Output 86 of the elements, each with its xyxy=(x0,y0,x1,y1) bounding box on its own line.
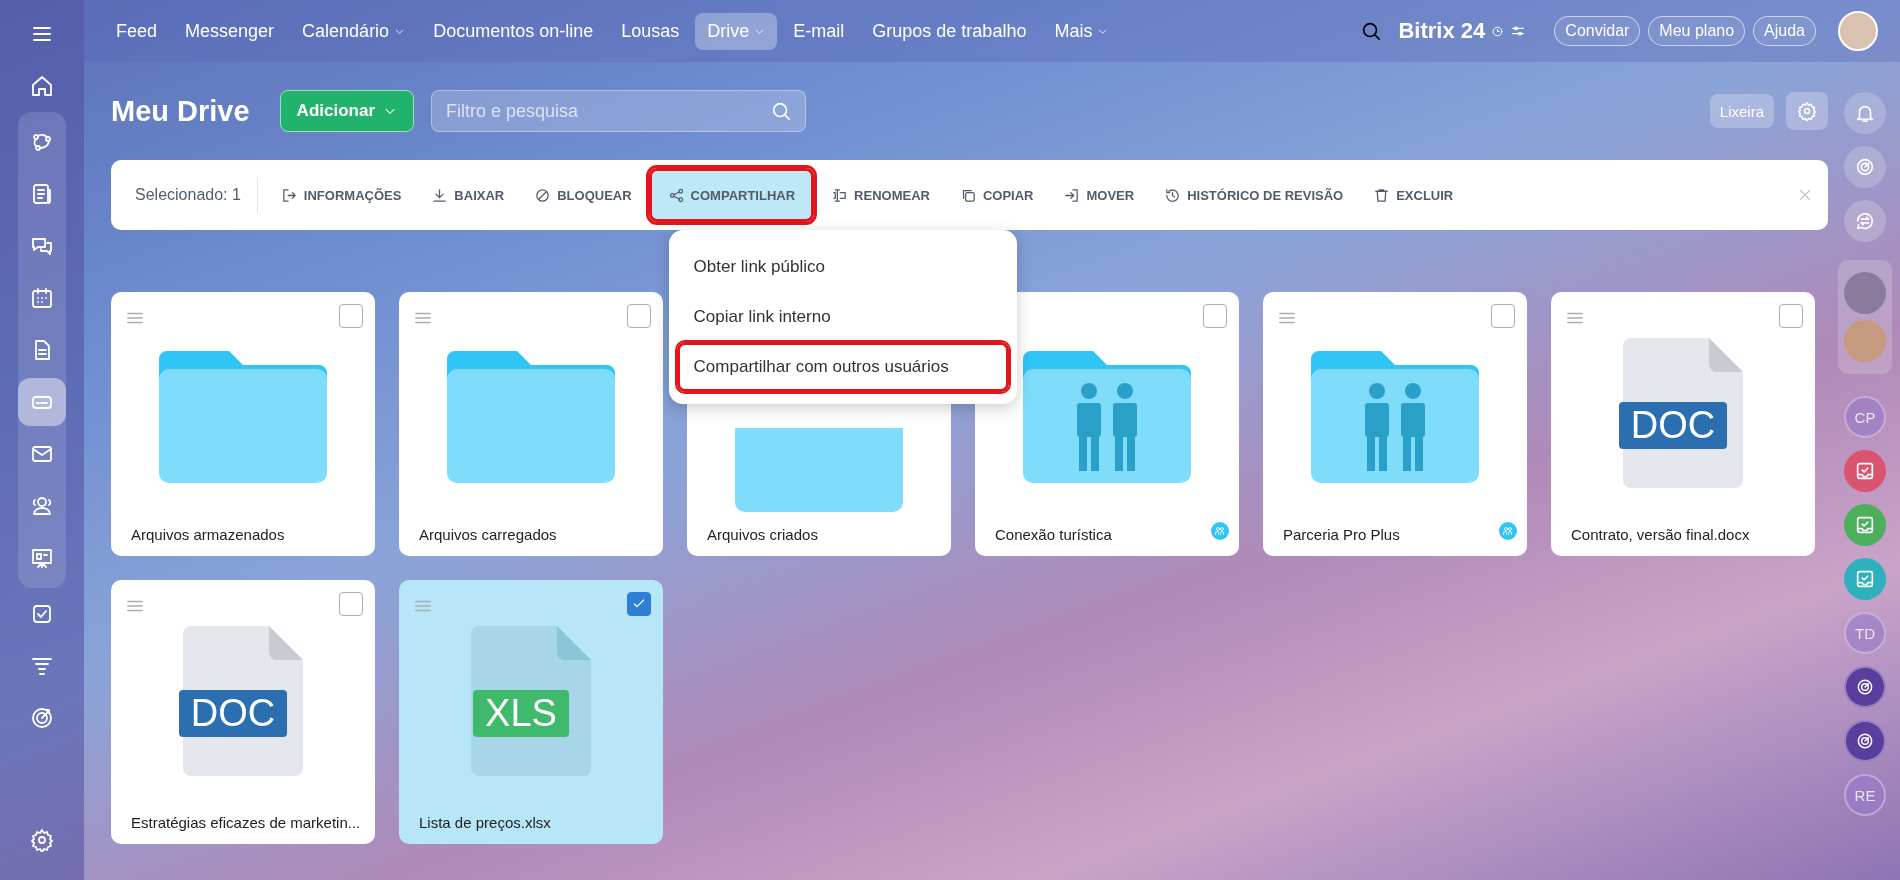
people-icon xyxy=(30,494,54,518)
nav-tab[interactable]: Mais xyxy=(1042,12,1121,50)
file-checkbox[interactable] xyxy=(627,304,651,328)
spiral-icon xyxy=(1855,677,1875,697)
file-name: Conexão turística xyxy=(995,524,1112,545)
move-icon xyxy=(1063,186,1081,204)
file-checkbox[interactable] xyxy=(1203,304,1227,328)
history-icon xyxy=(1164,186,1182,204)
inbox-check-app[interactable] xyxy=(1844,558,1886,600)
menu-item[interactable]: Compartilhar com outros usuários xyxy=(676,342,1009,392)
settings-button[interactable] xyxy=(1786,92,1828,130)
file-name: Arquivos carregados xyxy=(419,524,557,545)
file-name: Lista de preços.xlsx xyxy=(419,812,551,833)
file-card[interactable]: Arquivos carregados xyxy=(399,292,663,556)
file-name: Arquivos armazenados xyxy=(131,524,285,545)
selection-count: Selecionado: 1 xyxy=(135,177,258,213)
file-type-label: DOC xyxy=(1618,401,1728,449)
nav-tab[interactable]: Documentos on-line xyxy=(421,12,606,50)
block-icon xyxy=(534,186,552,204)
file-card[interactable]: DOC Estratégias eficazes de marketin... xyxy=(111,580,375,844)
toolbar-action[interactable]: INFORMAÇÕES xyxy=(267,173,415,217)
folder-icon xyxy=(735,428,903,512)
search-icon xyxy=(1360,20,1383,42)
toolbar-action[interactable]: EXCLUIR xyxy=(1360,173,1467,217)
nav-tab[interactable]: E-mail xyxy=(781,12,857,50)
sidebar-icon-button[interactable] xyxy=(1844,92,1886,134)
rename-icon xyxy=(831,186,849,204)
file-type-label: DOC xyxy=(178,689,288,737)
file-name: Arquivos criados xyxy=(707,524,818,545)
inbox-check-app[interactable] xyxy=(1844,450,1886,492)
clock-icon xyxy=(1491,24,1505,38)
file-name: Estratégias eficazes de marketin... xyxy=(131,812,361,833)
file-name: Contrato, versão final.docx xyxy=(1571,524,1750,545)
inbox-check-icon xyxy=(1854,460,1876,482)
sidebar-icon-button[interactable] xyxy=(1844,146,1886,188)
channel-avatar[interactable] xyxy=(1844,666,1886,708)
search-icon xyxy=(770,100,792,122)
file-card[interactable]: Conexão turística xyxy=(975,292,1239,556)
download-icon xyxy=(431,186,449,204)
nav-tab[interactable]: Feed xyxy=(104,12,170,50)
exit-icon xyxy=(280,186,298,204)
nav-tab[interactable]: Calendário xyxy=(290,12,418,50)
newspaper-icon xyxy=(30,182,54,206)
file-card[interactable]: DOC Contrato, versão final.docx xyxy=(1551,292,1815,556)
trash-icon xyxy=(1373,186,1391,204)
file-checkbox[interactable] xyxy=(339,592,363,616)
file-type-label: XLS xyxy=(473,689,569,737)
chat-arrows-icon xyxy=(1854,210,1876,232)
toolbar-action[interactable]: COMPARTILHAR xyxy=(648,168,815,222)
nav-tab[interactable]: Messenger xyxy=(173,12,287,50)
presentation-icon xyxy=(30,546,54,570)
home-icon xyxy=(30,74,54,98)
file-card[interactable]: Arquivos armazenados xyxy=(111,292,375,556)
file-card[interactable]: Parceria Pro Plus xyxy=(1263,292,1527,556)
menu-item[interactable]: Obter link público xyxy=(676,242,1009,292)
channel-avatar[interactable] xyxy=(1844,720,1886,762)
toolbar-action[interactable]: BLOQUEAR xyxy=(521,173,645,217)
file-checkbox[interactable] xyxy=(339,304,363,328)
page-title: Meu Drive xyxy=(111,94,250,128)
file-checkbox[interactable] xyxy=(627,592,651,616)
toolbar-action[interactable]: BAIXAR xyxy=(418,173,518,217)
share-icon xyxy=(667,186,685,204)
sidebar-icon-button[interactable] xyxy=(1844,200,1886,242)
inbox-check-app[interactable] xyxy=(1844,504,1886,546)
inbox-check-icon xyxy=(1854,514,1876,536)
toolbar-action[interactable]: HISTÓRICO DE REVISÃO xyxy=(1151,173,1357,217)
settings-icon xyxy=(30,828,54,852)
nav-item[interactable] xyxy=(18,378,66,426)
file-checkbox[interactable] xyxy=(1491,304,1515,328)
nav-tab[interactable]: Grupos de trabalho xyxy=(860,12,1039,50)
toolbar-action[interactable]: RENOMEAR xyxy=(818,173,943,217)
inbox-check-icon xyxy=(1854,568,1876,590)
checkbox-icon xyxy=(30,602,54,626)
spiral-icon xyxy=(1854,156,1876,178)
spiral-icon xyxy=(1855,731,1875,751)
toolbar-action[interactable]: MOVER xyxy=(1050,173,1148,217)
user-avatar[interactable] xyxy=(1838,11,1878,51)
target-icon xyxy=(30,706,54,730)
settings-icon xyxy=(1797,101,1817,121)
file-checkbox[interactable] xyxy=(1779,304,1803,328)
file-name: Parceria Pro Plus xyxy=(1283,524,1400,545)
toolbar-action[interactable]: COPIAR xyxy=(946,173,1047,217)
calendar-icon xyxy=(30,286,54,310)
logo-text: Bitrix 24 xyxy=(1398,18,1486,44)
nav-tab[interactable]: Lousas xyxy=(609,12,692,50)
file-card[interactable]: XLS Lista de preços.xlsx xyxy=(399,580,663,844)
